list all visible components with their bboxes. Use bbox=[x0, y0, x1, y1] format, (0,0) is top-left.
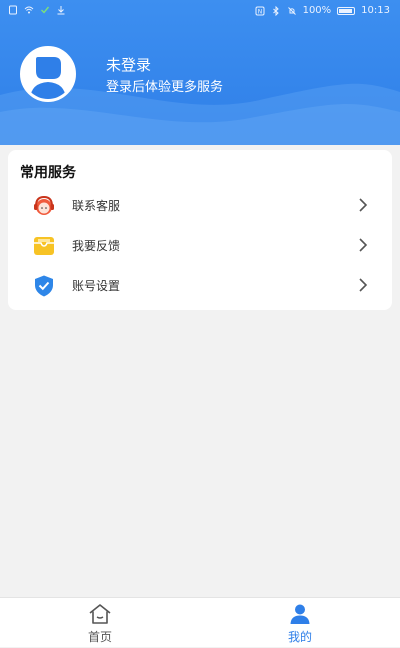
login-status-title[interactable]: 未登录 bbox=[106, 54, 151, 75]
service-item-account-settings[interactable]: 账号设置 bbox=[8, 266, 392, 304]
common-services-card: 常用服务 联系客服 我要反馈 账号设置 bbox=[8, 150, 392, 310]
nav-tab-home[interactable]: 首页 bbox=[0, 598, 200, 648]
svg-text:N: N bbox=[257, 8, 262, 15]
battery-percent: 100% bbox=[302, 5, 332, 16]
chevron-right-icon bbox=[359, 238, 368, 252]
nav-label: 首页 bbox=[87, 630, 112, 644]
user-icon bbox=[290, 604, 310, 624]
home-icon bbox=[89, 604, 111, 624]
clock: 10:13 bbox=[361, 5, 390, 16]
download-icon bbox=[57, 6, 65, 15]
nav-label: 我的 bbox=[287, 630, 312, 644]
customer-service-icon bbox=[34, 195, 54, 215]
status-bar: N 100% 10:13 bbox=[0, 0, 400, 24]
service-label: 联系客服 bbox=[72, 199, 121, 213]
nav-tab-mine[interactable]: 我的 bbox=[200, 598, 400, 648]
battery-icon bbox=[337, 6, 356, 15]
wifi-icon bbox=[24, 6, 34, 14]
service-label: 我要反馈 bbox=[72, 239, 121, 253]
chevron-right-icon bbox=[359, 278, 368, 292]
service-item-customer-service[interactable]: 联系客服 bbox=[8, 186, 392, 224]
sim-icon bbox=[9, 5, 17, 15]
mute-icon bbox=[287, 6, 296, 15]
profile-header: N 100% 10:13 未登录 登录后体验更多服务 bbox=[0, 0, 400, 145]
default-avatar-icon bbox=[23, 49, 73, 99]
service-label: 账号设置 bbox=[72, 279, 121, 293]
nfc-icon: N bbox=[255, 6, 265, 15]
chevron-right-icon bbox=[359, 198, 368, 212]
login-prompt[interactable]: 登录后体验更多服务 bbox=[106, 76, 223, 95]
section-title: 常用服务 bbox=[20, 165, 76, 181]
bluetooth-icon bbox=[272, 5, 279, 16]
avatar[interactable] bbox=[20, 46, 76, 102]
service-item-feedback[interactable]: 我要反馈 bbox=[8, 226, 392, 264]
bottom-navigation: 首页 我的 bbox=[0, 597, 400, 647]
check-icon bbox=[41, 6, 50, 14]
feedback-icon bbox=[34, 237, 54, 255]
account-settings-icon bbox=[35, 275, 53, 297]
